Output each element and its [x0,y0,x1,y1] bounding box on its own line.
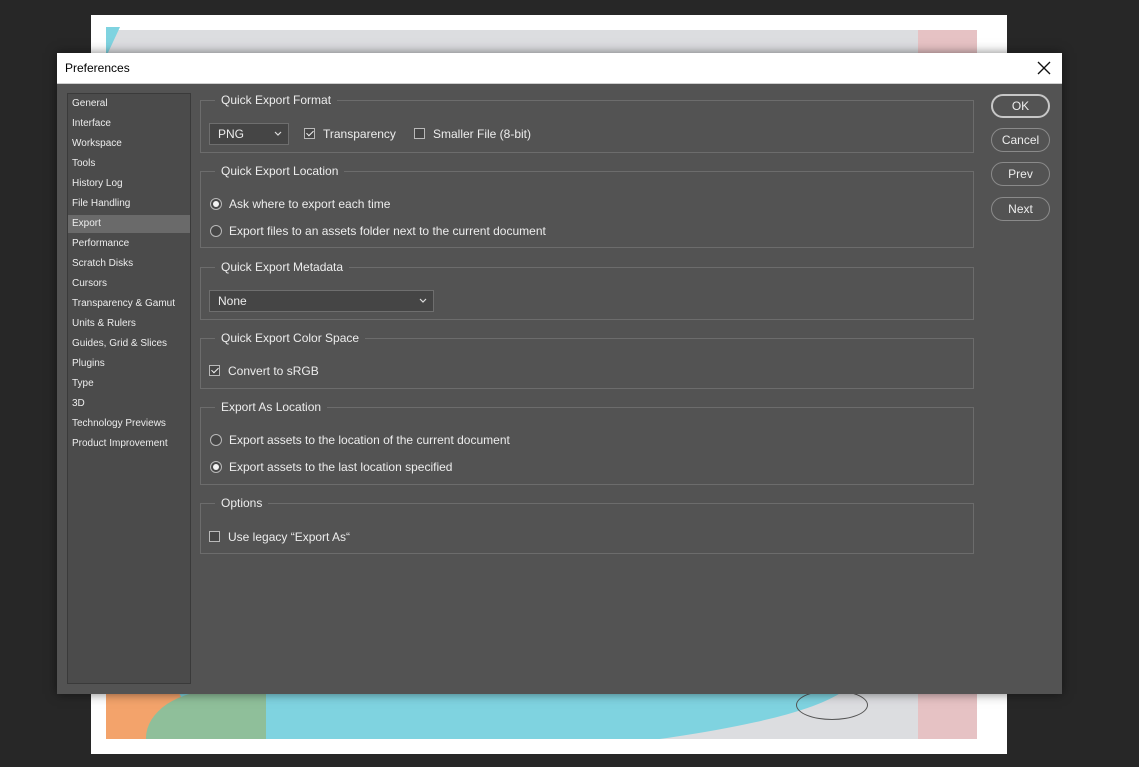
assets-folder-label: Export files to an assets folder next to… [229,224,546,238]
group-title-quick-export-location: Quick Export Location [215,163,345,179]
sidebar-item-general[interactable]: General [68,95,190,113]
current-document-location-radio[interactable] [210,434,222,446]
sidebar-item-scratch-disks[interactable]: Scratch Disks [68,255,190,273]
sidebar-item-technology-previews[interactable]: Technology Previews [68,415,190,433]
quick-export-color-space-group: Quick Export Color Space Convert to sRGB [200,330,974,389]
sidebar-item-transparency-gamut[interactable]: Transparency & Gamut [68,295,190,313]
sidebar-item-history-log[interactable]: History Log [68,175,190,193]
transparency-checkbox[interactable] [304,128,315,139]
sidebar-item-guides-grid-slices[interactable]: Guides, Grid & Slices [68,335,190,353]
metadata-select-value: None [218,294,247,308]
cancel-button[interactable]: Cancel [991,128,1050,152]
sidebar-item-tools[interactable]: Tools [68,155,190,173]
group-title-quick-export-color-space: Quick Export Color Space [215,330,366,346]
ask-where-radio[interactable] [210,198,222,210]
sidebar-item-3d[interactable]: 3D [68,395,190,413]
preferences-dialog: Preferences General Interface Workspace … [57,53,1062,694]
chevron-down-icon [274,131,282,136]
legacy-export-as-label: Use legacy “Export As“ [228,530,351,544]
sidebar-item-type[interactable]: Type [68,375,190,393]
legacy-export-as-checkbox[interactable] [209,531,220,542]
next-button[interactable]: Next [991,197,1050,221]
quick-export-location-group: Quick Export Location Ask where to expor… [200,163,974,248]
transparency-label: Transparency [323,127,396,141]
group-title-export-as-location: Export As Location [215,399,328,415]
sidebar-item-cursors[interactable]: Cursors [68,275,190,293]
chevron-down-icon [419,298,427,303]
export-as-location-group: Export As Location Export assets to the … [200,399,974,485]
sidebar-item-workspace[interactable]: Workspace [68,135,190,153]
ok-button[interactable]: OK [991,94,1050,118]
sidebar-item-interface[interactable]: Interface [68,115,190,133]
group-title-quick-export-format: Quick Export Format [215,92,338,108]
convert-srgb-label: Convert to sRGB [228,364,319,378]
convert-srgb-checkbox[interactable] [209,365,220,376]
sidebar-item-product-improvement[interactable]: Product Improvement [68,435,190,453]
assets-folder-radio[interactable] [210,225,222,237]
dialog-titlebar: Preferences [57,53,1062,84]
last-location-label: Export assets to the last location speci… [229,460,453,474]
last-location-radio[interactable] [210,461,222,473]
options-group: Options Use legacy “Export As“ [200,495,974,554]
smaller-file-label: Smaller File (8-bit) [433,127,532,141]
sidebar-item-plugins[interactable]: Plugins [68,355,190,373]
sidebar-item-export[interactable]: Export [68,215,190,233]
ask-where-label: Ask where to export each time [229,197,391,211]
current-document-location-label: Export assets to the location of the cur… [229,433,510,447]
artwork-sketch [796,690,868,720]
metadata-select[interactable]: None [209,290,434,312]
quick-export-metadata-group: Quick Export Metadata None [200,259,974,320]
format-select[interactable]: PNG [209,123,289,145]
sidebar-item-units-rulers[interactable]: Units & Rulers [68,315,190,333]
prev-button[interactable]: Prev [991,162,1050,186]
smaller-file-checkbox[interactable] [414,128,425,139]
sidebar-item-file-handling[interactable]: File Handling [68,195,190,213]
format-select-value: PNG [218,127,245,141]
quick-export-format-group: Quick Export Format PNG Transparency Sma… [200,92,974,153]
preferences-category-list: General Interface Workspace Tools Histor… [67,93,191,684]
group-title-quick-export-metadata: Quick Export Metadata [215,259,350,275]
sidebar-item-performance[interactable]: Performance [68,235,190,253]
group-title-options: Options [215,495,269,511]
dialog-title: Preferences [65,61,130,75]
close-icon[interactable] [1032,56,1056,80]
